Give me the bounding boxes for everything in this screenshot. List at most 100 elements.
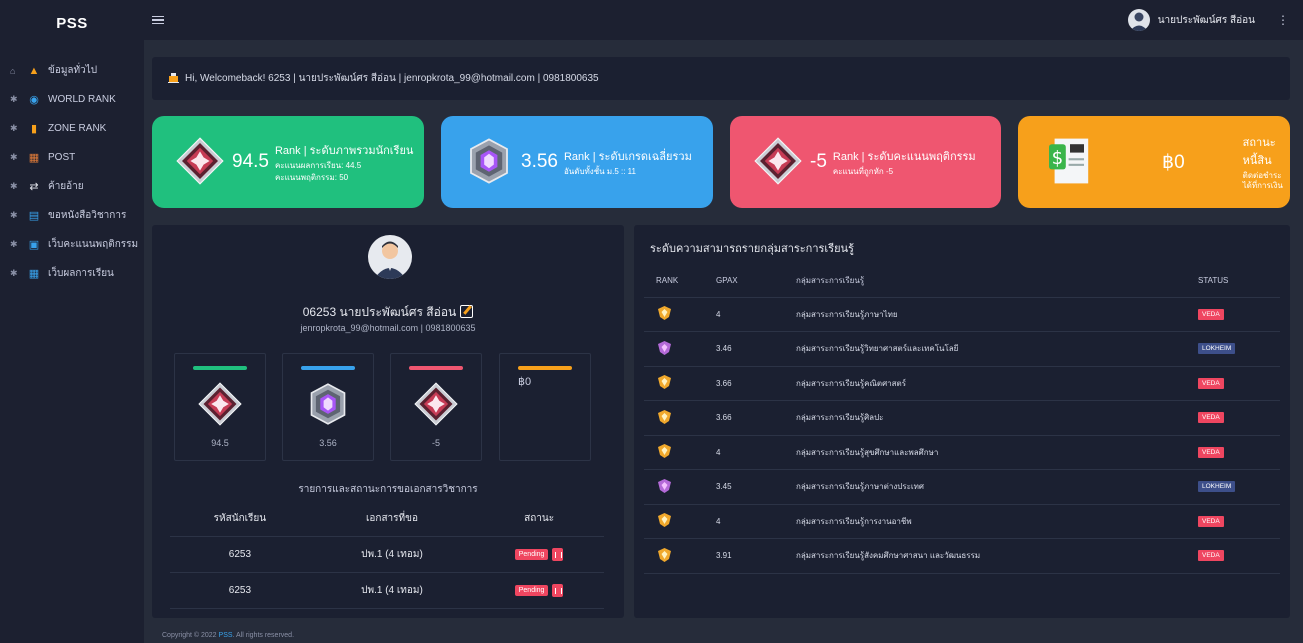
rank-badge-icon <box>283 382 373 426</box>
mini-stat-card: 94.5 <box>174 353 266 461</box>
debt-status-card[interactable]: $ ฿0 สถานะหนี้สินติดต่อชำระได้ที่การเงิน <box>1018 116 1290 208</box>
sidebar-item-label: POST <box>48 152 76 163</box>
gpax-value: 3.45 <box>716 469 796 505</box>
sidebar-nav: ⌂ ▲ ข้อมูลทั่วไป ✱ ◉ WORLD RANK ✱ ▮ ZONE RANK ✱ ▦ P… <box>0 46 144 288</box>
subject-name: กลุ่มสาระการเรียนรู้สุขศึกษาและพลศึกษา <box>796 435 1198 470</box>
menu-toggle-icon[interactable] <box>152 15 164 25</box>
skills-table: RANK GPAX กลุ่มสาระการเรียนรู้ STATUS 4ก… <box>644 265 1280 574</box>
profile-avatar <box>368 235 412 279</box>
user-name[interactable]: นายประพัฒน์ศร สีอ่อน <box>1158 13 1255 28</box>
stat-bar <box>301 366 355 370</box>
card-value: 94.5 <box>232 151 269 172</box>
card-sub-2: คะแนนพฤติกรรม: 50 <box>274 173 349 182</box>
card-title: สถานะหนี้สิน <box>1242 136 1276 167</box>
table-row: 4 กลุ่มสาระการเรียนรู้สุขศึกษาและพลศึกษา V… <box>644 435 1280 470</box>
gpax-value: 3.46 <box>716 331 796 367</box>
mini-stat-card: 3.56 <box>282 353 374 461</box>
card-value: 3.56 <box>521 151 558 172</box>
status-badge: VEDA <box>1198 550 1224 562</box>
skills-header-status: STATUS <box>1198 265 1280 298</box>
table-row: 3.66 กลุ่มสาระการเรียนรู้ศิลปะ VEDA <box>644 400 1280 436</box>
rank-badge-icon <box>465 137 513 188</box>
stat-bar <box>518 366 572 370</box>
user-menu[interactable]: นายประพัฒน์ศร สีอ่อน ⋮ <box>1127 9 1303 31</box>
sidebar-item-7[interactable]: ✱ ▣ เว็บคะแนนพฤติกรรม <box>0 230 144 259</box>
welcome-bar: Hi, Welcomeback! 6253 | นายประพัฒน์ศร สี… <box>152 57 1290 100</box>
rank-badge-icon <box>391 382 481 426</box>
sidebar-item-6[interactable]: ✱ ▤ ขอหนังสือวิชาการ <box>0 201 144 230</box>
mini-stat-card: -5 <box>390 353 482 461</box>
rank-icon <box>658 340 671 357</box>
card-title: Rank | ระดับเกรดเฉลี่ยรวม <box>563 150 692 163</box>
delete-icon[interactable] <box>552 583 564 597</box>
status-badge: LOKHEIM <box>1198 481 1236 493</box>
svg-text:$: $ <box>1052 147 1064 168</box>
sidebar-item-1[interactable]: ⌂ ▲ ข้อมูลทั่วไป <box>0 56 144 85</box>
req-header-doc: เอกสารที่ขอ <box>309 502 475 537</box>
sidebar-item-4[interactable]: ✱ ▦ POST <box>0 143 144 172</box>
status-badge: VEDA <box>1198 515 1224 527</box>
sidebar-item-2[interactable]: ✱ ◉ WORLD RANK <box>0 85 144 114</box>
gpa-rank-card[interactable]: 3.56 Rank | ระดับเกรดเฉลี่ยรวม อันดับทั้งช… <box>441 116 713 208</box>
brand-logo[interactable]: PSS <box>0 0 144 46</box>
rank-icon <box>658 444 671 460</box>
table-row: 4 กลุ่มสาระการเรียนรู้ภาษาไทย VEDA <box>644 297 1280 332</box>
grades-icon: ▦ <box>28 268 40 280</box>
req-id: 6253 <box>170 536 310 573</box>
sidebar-item-8[interactable]: ✱ ▦ เว็บผลการเรียน <box>0 259 144 288</box>
pin-icon: ✱ <box>10 181 18 191</box>
topbar: นายประพัฒน์ศร สีอ่อน ⋮ <box>144 0 1303 40</box>
card-value: ฿0 <box>1162 151 1185 173</box>
pin-icon: ✱ <box>10 210 18 220</box>
building-icon <box>168 72 179 86</box>
footer-link[interactable]: PSS <box>219 632 233 639</box>
gpax-value: 4 <box>716 435 796 470</box>
profile-contact: jenropkrota_99@hotmail.com | 0981800635 <box>300 323 476 333</box>
table-row: 3.45 กลุ่มสาระการเรียนรู้ภาษาต่างประเทศ LO… <box>644 469 1280 505</box>
mini-stat-value: 3.56 <box>319 438 337 448</box>
table-row: 3.91 กลุ่มสาระการเรียนรู้สังคมศึกษาศาสนา … <box>644 538 1280 574</box>
sidebar: PSS ⌂ ▲ ข้อมูลทั่วไป ✱ ◉ WORLD RANK ✱ ▮ ZONE RAN… <box>0 0 144 643</box>
skills-title: ระดับความสามารถรายกลุ่มสาระการเรียนรู้ <box>650 243 854 255</box>
delete-icon[interactable] <box>552 547 564 561</box>
table-row: 4 กลุ่มสาระการเรียนรู้การงานอาชีพ VEDA <box>644 504 1280 539</box>
card-sub: คะแนนผลการเรียน: 44.5 <box>274 160 362 170</box>
footer: Copyright © 2022 PSS. All rights reserve… <box>162 632 295 639</box>
rank-icon <box>658 478 671 495</box>
overall-rank-card[interactable]: 94.5 Rank | ระดับภาพรวมนักเรียน คะแนนผลการ… <box>152 116 424 208</box>
card-title: Rank | ระดับคะแนนพฤติกรรม <box>832 150 976 163</box>
welcome-text: Hi, Welcomeback! 6253 | นายประพัฒน์ศร สี… <box>185 73 599 84</box>
gpax-value: 4 <box>716 297 796 332</box>
subject-name: กลุ่มสาระการเรียนรู้สังคมศึกษาศาสนา และว… <box>796 538 1198 574</box>
edit-icon[interactable] <box>460 305 474 318</box>
skills-header-subject: กลุ่มสาระการเรียนรู้ <box>796 265 1198 298</box>
rank-icon <box>658 513 671 529</box>
sidebar-item-5[interactable]: ✱ ⇄ ค้ายอ้าย <box>0 172 144 201</box>
profile-name: 06253 นายประพัฒน์ศร สีอ่อน <box>152 303 624 322</box>
mini-stat-value: ฿0 <box>518 376 532 388</box>
subject-name: กลุ่มสาระการเรียนรู้คณิตศาสตร์ <box>796 366 1198 401</box>
subject-name: กลุ่มสาระการเรียนรู้ภาษาไทย <box>796 297 1198 332</box>
sidebar-item-label: ขอหนังสือวิชาการ <box>48 210 127 221</box>
status-badge: VEDA <box>1198 308 1224 320</box>
rank-icon <box>658 547 671 564</box>
card-sub: ติดต่อชำระได้ที่การเงิน <box>1242 170 1283 190</box>
sidebar-item-label: ข้อมูลทั่วไป <box>48 65 98 76</box>
rank-badge-icon <box>754 136 802 188</box>
behavior-rank-card[interactable]: -5 Rank | ระดับคะแนนพฤติกรรม คะแนนที่ถูกหั… <box>730 116 1001 208</box>
sidebar-item-3[interactable]: ✱ ▮ ZONE RANK <box>0 114 144 143</box>
req-doc: ปพ.1 (4 เทอม) <box>309 572 475 609</box>
card-value: -5 <box>810 151 827 172</box>
home-icon: ⌂ <box>10 65 16 76</box>
gpax-value: 3.66 <box>716 366 796 401</box>
sidebar-item-label: เว็บผลการเรียน <box>48 268 114 279</box>
board-icon: ▦ <box>28 152 40 164</box>
rank-icon <box>658 306 671 322</box>
mini-stat-value: -5 <box>431 438 440 448</box>
kebab-menu-icon[interactable]: ⋮ <box>1277 13 1289 27</box>
user-avatar[interactable] <box>1127 9 1150 31</box>
skills-panel: ระดับความสามารถรายกลุ่มสาระการเรียนรู้ R… <box>634 225 1290 618</box>
sidebar-item-label: ZONE RANK <box>48 123 107 134</box>
globe-icon: ◉ <box>29 94 39 106</box>
status-badge: VEDA <box>1198 377 1224 389</box>
